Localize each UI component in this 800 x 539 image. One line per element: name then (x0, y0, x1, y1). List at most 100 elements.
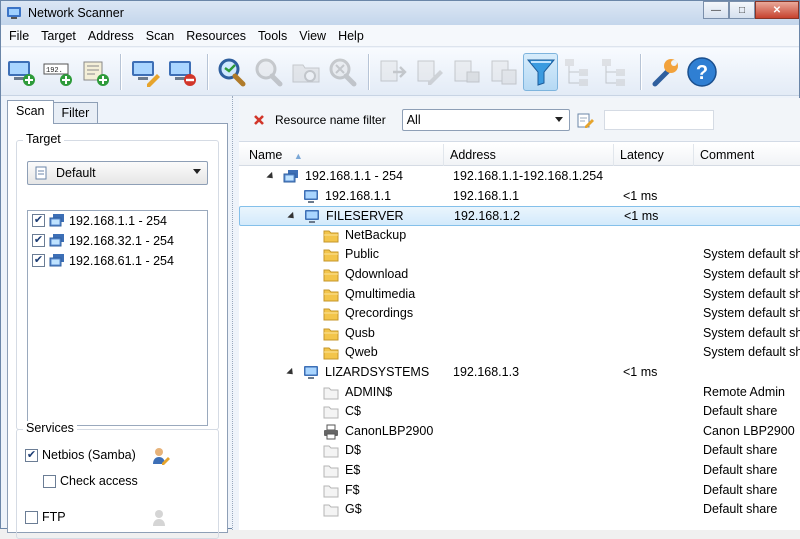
edit-computer-button[interactable] (127, 53, 162, 91)
row-name: 192.168.1.1 (325, 188, 392, 203)
menu-resources[interactable]: Resources (180, 26, 252, 46)
export-doc-button[interactable] (486, 53, 521, 91)
filter-button[interactable] (523, 52, 558, 91)
credentials-edit-icon[interactable] (151, 446, 171, 466)
row-comment: System default sha (703, 306, 800, 321)
settings-button[interactable] (647, 53, 682, 91)
row-address: 192.168.1.1-192.168.1.254 (453, 169, 604, 183)
tree-share-row[interactable]: D$ Default share (239, 441, 800, 461)
scan-button[interactable] (214, 53, 249, 91)
check-access-checkbox[interactable] (43, 474, 56, 488)
tree-share-row[interactable]: NetBackup (239, 226, 800, 246)
tree-share-row[interactable]: Qdownload System default sha (239, 265, 800, 285)
help-button[interactable]: ? (684, 53, 719, 91)
grid-header: Name ▲ Address Latency Comment (239, 144, 800, 166)
tree-share-row[interactable]: Qmultimedia System default sha (239, 285, 800, 305)
folder-icon (323, 249, 339, 262)
row-name: LIZARDSYSTEMS (325, 365, 430, 379)
filter-select[interactable]: All (401, 108, 570, 131)
menu-help[interactable]: Help (332, 26, 370, 46)
target-row[interactable]: ✔ 192.168.1.1 - 254 (32, 211, 167, 230)
tab-filter[interactable]: Filter (52, 102, 99, 124)
export-edit-button[interactable] (412, 53, 447, 91)
close-icon[interactable] (253, 114, 265, 126)
ftp-checkbox[interactable] (25, 510, 38, 524)
filter-bar: Resource name filter All (239, 98, 800, 142)
filter-icon (526, 59, 555, 86)
scan-icon (218, 58, 245, 86)
menu-address[interactable]: Address (82, 26, 140, 46)
row-comment: System default sha (703, 267, 800, 281)
column-latency[interactable]: Latency (614, 144, 694, 166)
export-button[interactable] (375, 53, 410, 91)
minimize-button[interactable]: — (703, 1, 729, 19)
tab-scan[interactable]: Scan (7, 100, 54, 124)
target-checkbox[interactable]: ✔ (32, 254, 45, 267)
row-comment: Default share (703, 482, 778, 497)
tree-share-row[interactable]: F$ Default share (239, 481, 800, 501)
menu-target[interactable]: Target (35, 26, 82, 46)
find-button[interactable] (251, 53, 286, 91)
menu-file[interactable]: File (3, 26, 35, 46)
column-name[interactable]: Name ▲ (243, 144, 444, 166)
tree-share-row[interactable]: Qweb System default sha (239, 343, 800, 363)
filter-extra-field[interactable] (603, 109, 714, 130)
add-from-file-button[interactable] (77, 53, 112, 91)
tree-share-row[interactable]: C$ Default share (239, 402, 800, 422)
tree-expand-button[interactable] (560, 53, 595, 91)
tree-share-row[interactable]: E$ Default share (239, 461, 800, 481)
tree-share-row[interactable]: Qrecordings System default sha (239, 304, 800, 324)
toolbar-separator (120, 53, 121, 90)
filter-edit-icon[interactable] (576, 111, 594, 129)
panel-splitter[interactable] (232, 96, 239, 530)
maximize-button[interactable]: □ (729, 1, 755, 19)
target-row[interactable]: ✔ 192.168.61.1 - 254 (32, 251, 174, 270)
row-comment: Default share (703, 404, 778, 419)
credentials-edit-icon[interactable] (151, 508, 171, 528)
tree-share-row[interactable]: G$ Default share (239, 500, 800, 520)
netbios-label: Netbios (Samba) (42, 448, 136, 462)
tree-host-row[interactable]: LIZARDSYSTEMS 192.168.1.3 <1 ms (239, 363, 800, 383)
service-netbios-row[interactable]: ✔ Netbios (Samba) (25, 448, 136, 462)
remove-computer-button[interactable] (164, 53, 199, 91)
service-check-access-row[interactable]: Check access (43, 474, 138, 488)
menu-tools[interactable]: Tools (252, 26, 293, 46)
target-group: Target Default ✔ 192.168.1.1 - 254 ✔ 192… (16, 132, 219, 430)
target-checkbox[interactable]: ✔ (32, 214, 45, 227)
export-edit-icon (417, 60, 443, 85)
row-comment: System default sha (703, 247, 800, 262)
hidden-folder-icon (323, 485, 339, 498)
tree-expander-icon[interactable] (287, 212, 297, 222)
tree-host-row[interactable]: FILESERVER 192.168.1.2 <1 ms (239, 206, 800, 226)
target-select-value: Default (56, 166, 96, 180)
tree-share-row[interactable]: ADMIN$ Remote Admin (239, 383, 800, 403)
target-row[interactable]: ✔ 192.168.32.1 - 254 (32, 231, 174, 250)
toolbar-separator (207, 53, 208, 90)
row-address: 192.168.1.1 (453, 188, 520, 203)
export-list-button[interactable] (449, 53, 484, 91)
close-button[interactable]: ✕ (755, 1, 799, 19)
menu-scan[interactable]: Scan (140, 26, 181, 46)
tree-share-row[interactable]: Public System default sha (239, 245, 800, 265)
menu-view[interactable]: View (293, 26, 332, 46)
row-name: FILESERVER (326, 209, 404, 224)
column-address[interactable]: Address (444, 144, 614, 166)
column-comment[interactable]: Comment (694, 144, 800, 166)
tree-group-row[interactable]: 192.168.1.1 - 254 192.168.1.1-192.168.1.2… (239, 167, 800, 187)
find-folder-button[interactable] (288, 53, 323, 91)
tree-share-row[interactable]: Qusb System default sha (239, 324, 800, 344)
find-folder-icon (292, 64, 319, 82)
tree-host-row[interactable]: 192.168.1.1 192.168.1.1 <1 ms (239, 187, 800, 207)
row-name: NetBackup (345, 227, 407, 242)
tree-collapse-button[interactable] (597, 53, 632, 91)
add-computer-button[interactable] (3, 53, 38, 91)
target-select[interactable]: Default (27, 161, 208, 185)
tree-expander-icon[interactable] (286, 367, 296, 378)
service-ftp-row[interactable]: FTP (25, 510, 66, 524)
netbios-checkbox[interactable]: ✔ (25, 448, 38, 462)
tree-share-row[interactable]: CanonLBP2900 Canon LBP2900 (239, 422, 800, 442)
target-checkbox[interactable]: ✔ (32, 234, 45, 247)
add-ip-range-button[interactable]: 192. (40, 53, 75, 91)
tree-expander-icon[interactable] (266, 171, 276, 182)
stop-button[interactable] (325, 53, 360, 91)
